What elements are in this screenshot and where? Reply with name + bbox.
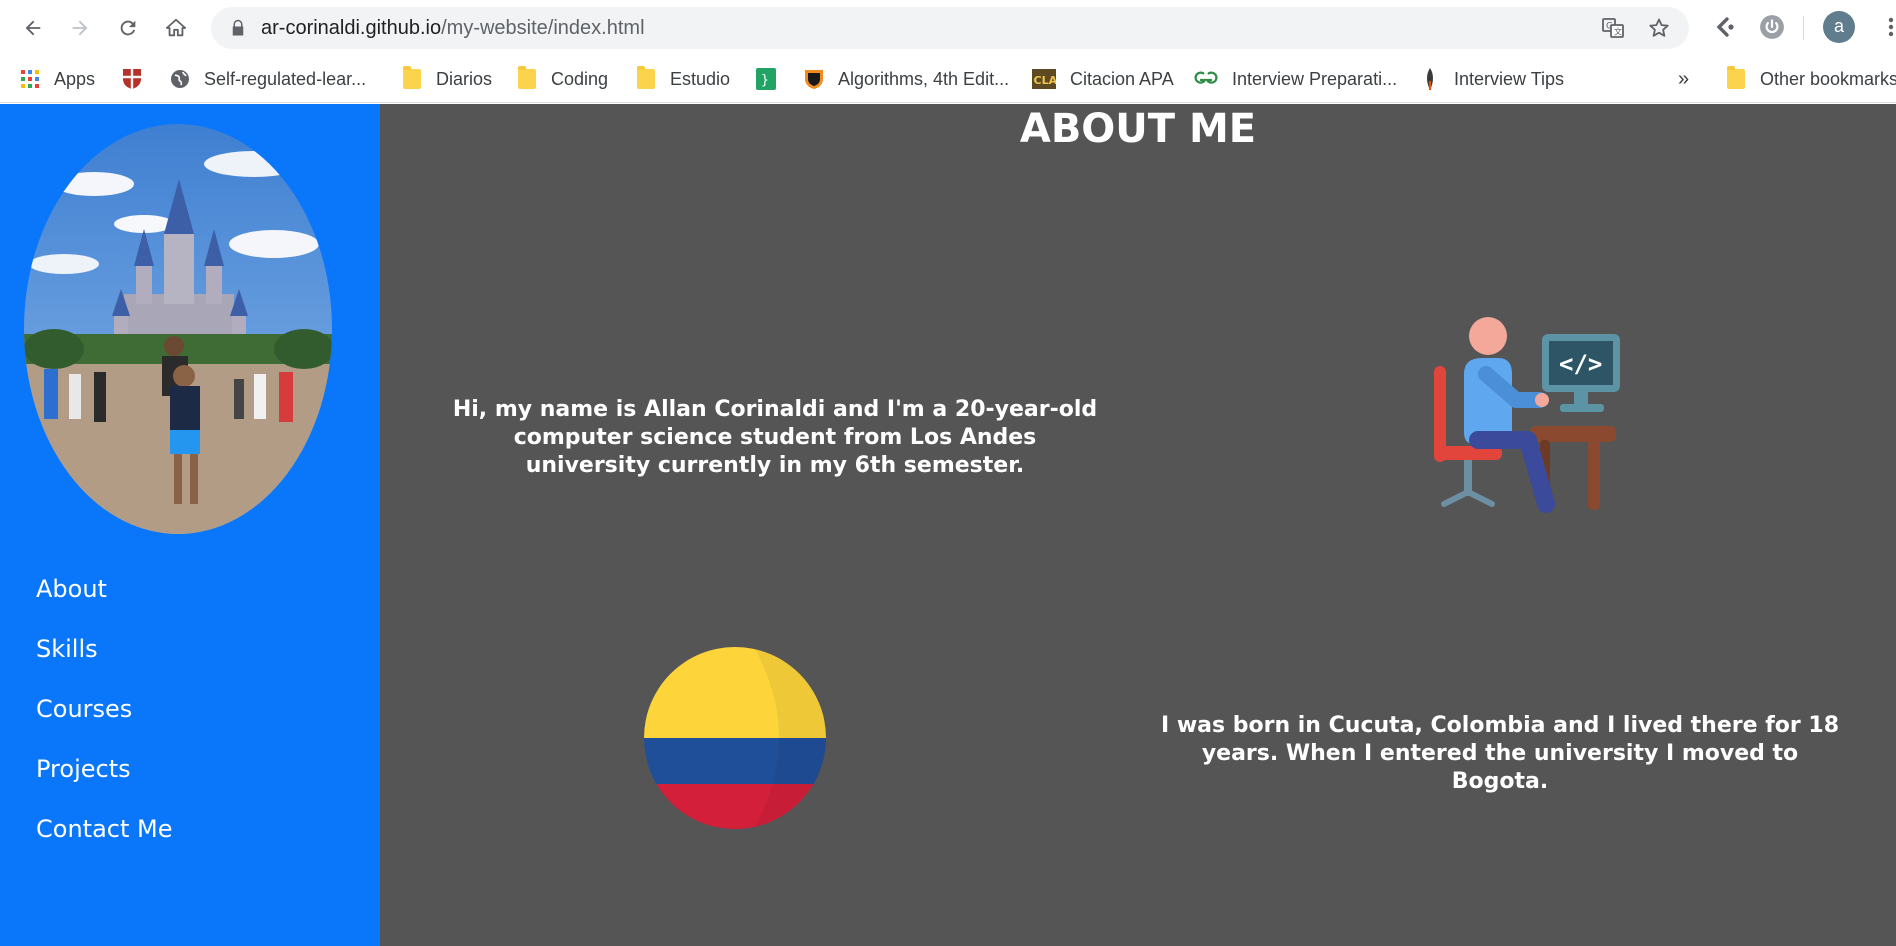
bookmark-other-bookmarks[interactable]: Other bookmarks xyxy=(1726,65,1896,93)
menu-button[interactable] xyxy=(1876,12,1896,42)
bookmark-label: Other bookmarks xyxy=(1760,68,1896,89)
address-bar[interactable]: ar-corinaldi.github.io/my-website/index.… xyxy=(211,7,1689,49)
power-extension-button[interactable] xyxy=(1757,12,1787,42)
sidebar: About Skills Courses Projects Contact Me xyxy=(0,104,380,946)
browser-toolbar: ar-corinaldi.github.io/my-website/index.… xyxy=(0,0,1896,56)
apps-grid-icon xyxy=(20,69,40,89)
bookmark-green-bracket[interactable]: } xyxy=(756,65,790,93)
extension-button[interactable] xyxy=(1710,12,1740,42)
back-button[interactable] xyxy=(17,12,49,44)
bookmark-folder-estudio[interactable]: Estudio xyxy=(636,65,730,93)
folder-icon xyxy=(636,66,656,89)
home-button[interactable] xyxy=(160,12,192,44)
reload-icon xyxy=(120,20,136,36)
url-path: /my-website/index.html xyxy=(441,17,645,39)
arrow-extension-icon xyxy=(1716,17,1734,37)
toolbar-divider xyxy=(1803,16,1804,40)
bookmark-interview-prep[interactable]: Interview Preparati... xyxy=(1194,65,1397,93)
reload-button[interactable] xyxy=(112,12,144,44)
shield-icon xyxy=(804,69,824,89)
profile-photo xyxy=(24,124,332,534)
bookmark-self-regulated[interactable]: Self-regulated-lear... xyxy=(122,65,366,93)
bookmark-label: Interview Tips xyxy=(1454,68,1565,89)
bookmark-label: Algorithms, 4th Edit... xyxy=(838,68,1010,89)
svg-text:CLA: CLA xyxy=(1034,74,1057,87)
bookmark-label: Diarios xyxy=(436,68,493,89)
nav-contact-me[interactable]: Contact Me xyxy=(36,799,172,859)
forward-button[interactable] xyxy=(64,12,96,44)
crest-icon xyxy=(122,69,142,89)
arrow-right-icon xyxy=(72,20,88,36)
power-icon xyxy=(1760,15,1784,39)
origin-paragraph: I was born in Cucuta, Colombia and I liv… xyxy=(1160,713,1840,794)
bookmark-folder-diarios[interactable]: Diarios xyxy=(402,65,492,93)
bookmark-interview-tips[interactable]: Interview Tips xyxy=(1420,65,1564,93)
page-title: ABOUT ME xyxy=(1019,106,1257,152)
bookmark-label: Citacion APA xyxy=(1070,68,1174,89)
svg-text:}: } xyxy=(761,73,769,88)
bookmarks-overflow-button[interactable]: » xyxy=(1678,65,1689,93)
folder-icon xyxy=(402,66,422,89)
folder-icon xyxy=(1726,66,1746,89)
bookmark-label: Coding xyxy=(551,68,609,89)
bookmark-citacion-apa[interactable]: CLA Citacion APA xyxy=(1032,65,1174,93)
nav-projects[interactable]: Projects xyxy=(36,739,172,799)
star-icon[interactable] xyxy=(1647,16,1671,40)
bookmark-label: Estudio xyxy=(670,68,731,89)
arrow-left-icon xyxy=(25,20,41,36)
lock-icon xyxy=(232,19,244,36)
quill-icon xyxy=(1420,68,1440,90)
folder-icon xyxy=(517,66,537,89)
programmer-illustration: </> xyxy=(1434,317,1620,513)
bookmark-algorithms[interactable]: Algorithms, 4th Edit... xyxy=(804,65,1009,93)
intro-paragraph: Hi, my name is Allan Corinaldi and I'm a… xyxy=(452,397,1098,478)
green-bracket-icon: } xyxy=(756,68,776,90)
bookmark-label: Self-regulated-lear... xyxy=(204,68,367,89)
cla-icon: CLA xyxy=(1032,69,1056,89)
url-domain: ar-corinaldi.github.io xyxy=(261,17,442,39)
home-icon xyxy=(165,18,187,37)
about-section: ABOUT ME Hi, my name is Allan Corinaldi … xyxy=(380,104,1896,946)
monitor-code-label: </> xyxy=(1559,350,1602,378)
nav-skills[interactable]: Skills xyxy=(36,619,172,679)
svg-text:文: 文 xyxy=(1614,27,1622,37)
sidebar-nav: About Skills Courses Projects Contact Me xyxy=(36,559,172,859)
bookmark-label: Apps xyxy=(54,68,96,89)
url-text[interactable]: ar-corinaldi.github.io/my-website/index.… xyxy=(261,17,645,40)
bookmark-folder-coding[interactable]: Coding xyxy=(517,65,608,93)
bookmark-apps[interactable]: Apps xyxy=(20,65,95,93)
nav-about[interactable]: About xyxy=(36,559,172,619)
bookmark-label: Interview Preparati... xyxy=(1232,68,1398,89)
colombia-flag-icon xyxy=(644,647,826,829)
translate-icon[interactable]: G文 xyxy=(1601,16,1625,40)
kebab-menu-icon xyxy=(1888,17,1894,37)
gfg-icon xyxy=(1194,69,1218,89)
web-page: About Skills Courses Projects Contact Me… xyxy=(0,104,1896,946)
nav-courses[interactable]: Courses xyxy=(36,679,172,739)
bookmarks-bar: Apps Self-regulated-lear... Diarios Codi… xyxy=(0,56,1896,147)
globe-icon xyxy=(170,69,190,89)
profile-avatar[interactable]: a xyxy=(1823,11,1855,43)
